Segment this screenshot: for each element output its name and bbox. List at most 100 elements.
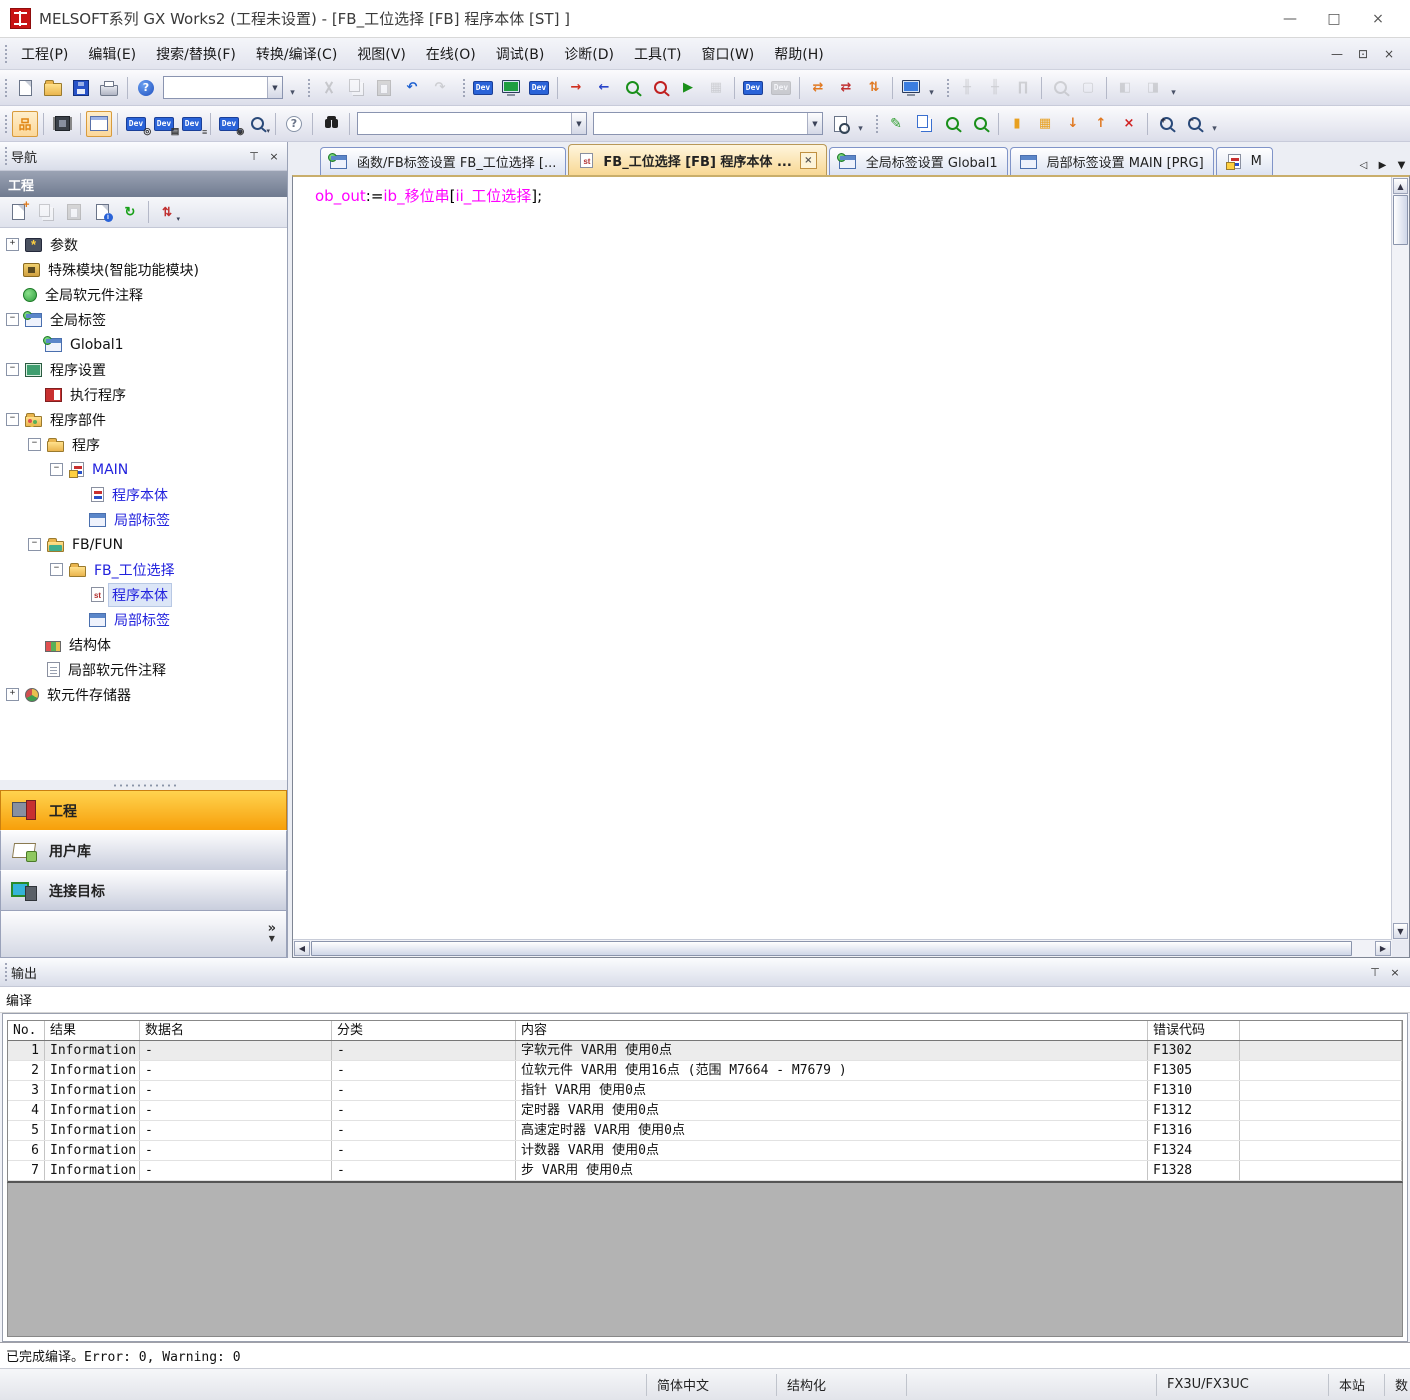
- toolbar-drag-handle[interactable]: [945, 77, 950, 99]
- tree-collapse-icon[interactable]: −: [50, 563, 63, 576]
- help-icon[interactable]: ?: [133, 75, 159, 101]
- nav-button-project[interactable]: 工程: [0, 790, 287, 831]
- window-close-button[interactable]: ×: [1356, 4, 1400, 34]
- tab-close-icon[interactable]: ×: [800, 152, 817, 169]
- zoom-out-icon[interactable]: −: [1181, 111, 1207, 137]
- menu-help[interactable]: 帮助(H): [764, 39, 833, 69]
- tree-expand-icon[interactable]: +: [6, 238, 19, 251]
- tree-expand-icon[interactable]: +: [6, 688, 19, 701]
- nav-pin-icon[interactable]: ⊤: [245, 148, 263, 164]
- bookmark-previous-icon[interactable]: ↑: [1088, 111, 1114, 137]
- tree-global-label[interactable]: −全局标签: [0, 307, 287, 332]
- new-data-icon[interactable]: [5, 199, 31, 225]
- find-range-combo[interactable]: ▼: [593, 112, 823, 135]
- vertical-scrollbar[interactable]: ▲ ▼: [1391, 177, 1409, 940]
- scroll-left-icon[interactable]: ◀: [294, 941, 310, 956]
- output-pin-icon[interactable]: ⊤: [1366, 964, 1384, 980]
- column-header[interactable]: 结果: [45, 1021, 140, 1040]
- mdi-minimize-button[interactable]: —: [1324, 44, 1350, 64]
- scroll-up-icon[interactable]: ▲: [1393, 178, 1408, 194]
- work-window-toggle-icon[interactable]: [86, 111, 112, 137]
- vertical-scroll-thumb[interactable]: [1393, 195, 1408, 245]
- tree-fb-station-select[interactable]: −FB_工位选择: [0, 557, 287, 582]
- scroll-down-icon[interactable]: ▼: [1393, 923, 1408, 939]
- mdi-close-button[interactable]: ×: [1376, 44, 1402, 64]
- device-comment-icon[interactable]: Dev: [470, 75, 496, 101]
- remote-operation-icon[interactable]: [898, 75, 924, 101]
- toolbar-overflow-icon[interactable]: ▾: [286, 74, 299, 101]
- nav-button-connection-destination[interactable]: 连接目标: [0, 870, 287, 911]
- module-configuration-icon[interactable]: [49, 111, 75, 137]
- help-circle-icon[interactable]: ?: [281, 111, 307, 137]
- device-find-icon[interactable]: Dev◎: [123, 111, 149, 137]
- nav-drag-handle[interactable]: [3, 145, 8, 167]
- table-row[interactable]: 1Information--字软元件 VAR用 使用0点F1302: [8, 1041, 1402, 1061]
- toolbar-drag-handle[interactable]: [3, 113, 8, 135]
- column-header[interactable]: 内容: [516, 1021, 1148, 1040]
- device-reference-icon[interactable]: Dev≡: [179, 111, 205, 137]
- edit-mode-icon[interactable]: ✎: [883, 111, 909, 137]
- mdi-restore-button[interactable]: ⊡: [1350, 44, 1376, 64]
- find-previous-icon[interactable]: [939, 111, 965, 137]
- menu-project[interactable]: 工程(P): [11, 39, 78, 69]
- device-batch-monitor-icon[interactable]: Dev▤: [151, 111, 177, 137]
- tree-program-setting[interactable]: −程序设置: [0, 357, 287, 382]
- device-monitor-icon[interactable]: [498, 75, 524, 101]
- tree-special-module[interactable]: 特殊模块(智能功能模块): [0, 257, 287, 282]
- find-icon[interactable]: [318, 111, 344, 137]
- tab-scroll-right-button[interactable]: ▶: [1374, 156, 1391, 175]
- device-display-format-icon[interactable]: Dev◉▾: [216, 111, 242, 137]
- window-minimize-button[interactable]: —: [1268, 4, 1312, 34]
- table-row[interactable]: 5Information--高速定时器 VAR用 使用0点F1316: [8, 1121, 1402, 1141]
- column-header[interactable]: 分类: [332, 1021, 516, 1040]
- table-row[interactable]: 2Information--位软元件 VAR用 使用16点 (范围 M7664 …: [8, 1061, 1402, 1081]
- nav-button-user-library[interactable]: 用户库: [0, 830, 287, 871]
- column-header[interactable]: No.: [8, 1021, 45, 1040]
- menu-window[interactable]: 窗口(W): [691, 39, 764, 69]
- bookmark-list-icon[interactable]: ▦: [1032, 111, 1058, 137]
- toolbar-overflow-icon[interactable]: ▾: [1208, 110, 1221, 137]
- column-header[interactable]: 数据名: [140, 1021, 332, 1040]
- tab-list-button[interactable]: ▼: [1393, 156, 1410, 175]
- project-data-combo[interactable]: ▼: [163, 76, 283, 99]
- bookmark-delete-icon[interactable]: ×: [1116, 111, 1142, 137]
- table-row[interactable]: 6Information--计数器 VAR用 使用0点F1324: [8, 1141, 1402, 1161]
- st-editor[interactable]: ob_out:=ib_移位串[ii_工位选择]; ▲ ▼ ◀ ▶: [292, 175, 1410, 958]
- bookmark-set-icon[interactable]: ▮: [1004, 111, 1030, 137]
- find-in-page-icon[interactable]: [827, 111, 853, 137]
- tab-scroll-left-button[interactable]: ◁: [1355, 156, 1372, 175]
- menu-convert-compile[interactable]: 转换/编译(C): [246, 39, 347, 69]
- table-row[interactable]: 4Information--定时器 VAR用 使用0点F1312: [8, 1101, 1402, 1121]
- tree-pou[interactable]: −程序部件: [0, 407, 287, 432]
- tree-collapse-icon[interactable]: −: [6, 313, 19, 326]
- undo-icon[interactable]: ↶: [399, 75, 425, 101]
- toolbar-overflow-icon[interactable]: ▾: [854, 110, 867, 137]
- tab-local-label-setting-main[interactable]: 局部标签设置 MAIN [PRG]: [1010, 147, 1214, 175]
- tab-global-label-setting[interactable]: 全局标签设置 Global1: [829, 147, 1008, 175]
- program-transfer-icon[interactable]: ⇅: [861, 75, 887, 101]
- menu-edit[interactable]: 编辑(E): [78, 39, 146, 69]
- table-row[interactable]: 7Information--步 VAR用 使用0点F1328: [8, 1161, 1402, 1181]
- open-project-icon[interactable]: [40, 75, 66, 101]
- tab-fb-label-setting[interactable]: 函数/FB标签设置 FB_工位选择 [...: [320, 147, 566, 175]
- menu-online[interactable]: 在线(O): [416, 39, 486, 69]
- nav-more-down-icon[interactable]: ▼: [269, 934, 275, 944]
- combo-dropdown-icon[interactable]: ▼: [571, 113, 586, 134]
- column-header[interactable]: 错误代码: [1148, 1021, 1240, 1040]
- write-to-plc-icon[interactable]: →: [563, 75, 589, 101]
- tree-program[interactable]: −程序: [0, 432, 287, 457]
- nav-more-icon[interactable]: »: [268, 924, 276, 934]
- toolbar-overflow-icon[interactable]: ▾: [1167, 74, 1180, 101]
- combo-dropdown-icon[interactable]: ▼: [807, 113, 822, 134]
- tree-collapse-icon[interactable]: −: [6, 413, 19, 426]
- toolbar-drag-handle[interactable]: [306, 77, 311, 99]
- statement-display-icon[interactable]: [911, 111, 937, 137]
- menu-find-replace[interactable]: 搜索/替换(F): [146, 39, 246, 69]
- horizontal-scroll-thumb[interactable]: [311, 941, 1352, 956]
- tree-main-program-body[interactable]: 程序本体: [0, 482, 287, 507]
- verify-with-plc-icon[interactable]: ⇄: [805, 75, 831, 101]
- find-text-combo[interactable]: ▼: [357, 112, 587, 135]
- device-test-tool-icon[interactable]: ▾: [244, 111, 270, 137]
- combo-dropdown-icon[interactable]: ▼: [267, 77, 282, 98]
- tree-main-local-label[interactable]: 局部标签: [0, 507, 287, 532]
